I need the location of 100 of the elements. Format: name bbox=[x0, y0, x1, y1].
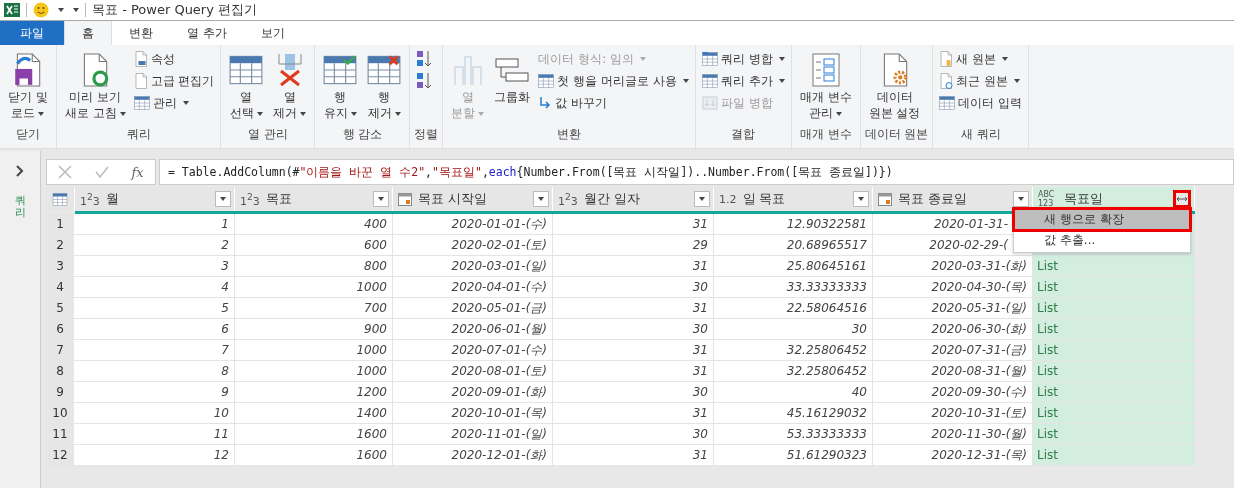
table-cell: List bbox=[1033, 403, 1195, 423]
table-cell: 2020-03-01-(일) bbox=[393, 256, 553, 276]
table-cell: 2020-02-01-(토) bbox=[393, 235, 553, 255]
group-label: 매개 변수 bbox=[798, 126, 853, 143]
table-cell: 2 bbox=[75, 235, 235, 255]
table-cell: 31 bbox=[553, 340, 714, 360]
table-cell: 6 bbox=[75, 319, 235, 339]
table-cell: 8 bbox=[75, 361, 235, 381]
columns-icon bbox=[229, 55, 264, 85]
formula-field[interactable]: = Table.AddColumn(#"이름을 바꾼 열 수2","목표일",each{Number.From([목표 시작일])..Number.From([목표 종료일])}) bbox=[159, 159, 1234, 185]
remove-rows-icon bbox=[367, 55, 402, 85]
ribbon-tab[interactable]: 변환 bbox=[112, 21, 170, 45]
ribbon-button[interactable]: 열 제거 bbox=[269, 49, 311, 126]
table-cell: 400 bbox=[235, 214, 393, 234]
table-cell: 1600 bbox=[235, 445, 393, 465]
column-header[interactable]: 목표 bbox=[265, 190, 367, 208]
table-cell: 31 bbox=[553, 361, 714, 381]
table-cell: 4 bbox=[75, 277, 235, 297]
menu-item[interactable]: 값 추출... bbox=[1014, 230, 1190, 251]
table-cell: 1000 bbox=[235, 361, 393, 381]
smiley-icon[interactable] bbox=[33, 2, 49, 18]
table-cell: 29 bbox=[553, 235, 714, 255]
ribbon-button[interactable]: 그룹화 bbox=[490, 49, 535, 126]
ribbon-button[interactable]: 닫기 및 로드 bbox=[4, 49, 52, 126]
column-header[interactable]: 목표 시작일 bbox=[418, 190, 527, 208]
calendar-icon bbox=[878, 192, 892, 206]
table-cell: 1400 bbox=[235, 403, 393, 423]
type-label: ABC 123 bbox=[1038, 190, 1056, 208]
menu-item[interactable]: 새 행으로 확장 bbox=[1014, 209, 1190, 230]
table-cell: 30 bbox=[553, 319, 714, 339]
ribbon-button[interactable]: 쿼리 병합 bbox=[699, 49, 787, 69]
column-header[interactable]: 목표일 bbox=[1064, 190, 1167, 208]
table-cell: 2020-08-31-(월) bbox=[873, 361, 1033, 381]
ribbon-button[interactable]: 데이터 원본 설정 bbox=[864, 49, 925, 126]
table-cell: 20.68965517 bbox=[714, 235, 873, 255]
file-tab[interactable]: 파일 bbox=[0, 21, 64, 45]
table-cell: 51.61290323 bbox=[714, 445, 873, 465]
column-header[interactable]: 월간 일자 bbox=[583, 190, 688, 208]
ribbon-button[interactable]: 속성 bbox=[131, 49, 217, 69]
table-cell: List bbox=[1033, 277, 1195, 297]
table-cell: 9 bbox=[75, 382, 235, 402]
save-document-icon bbox=[12, 53, 43, 87]
ribbon-button[interactable]: 미리 보기 새로 고침 bbox=[60, 49, 130, 126]
ribbon-button[interactable]: 열 선택 bbox=[225, 49, 268, 126]
group-label: 닫기 bbox=[14, 126, 41, 143]
function-label[interactable]: fx bbox=[131, 164, 144, 180]
table-cell: List bbox=[1033, 424, 1195, 444]
ribbon-button[interactable]: 최근 원본 bbox=[937, 71, 1025, 91]
queries-label: 쿼리 bbox=[14, 195, 26, 220]
filter-dropdown[interactable] bbox=[533, 191, 549, 207]
expand-button[interactable] bbox=[1173, 190, 1191, 208]
recent-source-icon bbox=[939, 73, 954, 89]
ribbon-button[interactable]: 행 제거 bbox=[363, 49, 406, 126]
table-cell: 2020-06-01-(월) bbox=[393, 319, 553, 339]
table-cell: 2020-04-01-(수) bbox=[393, 277, 553, 297]
table-cell: 700 bbox=[235, 298, 393, 318]
ribbon-button[interactable]: 고급 편집기 bbox=[131, 71, 217, 91]
table-cell: 30 bbox=[714, 319, 873, 339]
filter-dropdown[interactable] bbox=[1013, 191, 1029, 207]
table-cell: 2020-12-31-(목) bbox=[873, 445, 1033, 465]
ribbon-button[interactable]: 관리 bbox=[131, 93, 217, 113]
column-header[interactable]: 월 bbox=[105, 190, 209, 208]
table-cell: 1000 bbox=[235, 277, 393, 297]
table-cell: 600 bbox=[235, 235, 393, 255]
column-header[interactable]: 목표 종료일 bbox=[898, 190, 1007, 208]
table-cell: 2020-10-01-(목) bbox=[393, 403, 553, 423]
column-header[interactable]: 일 목표 bbox=[742, 190, 847, 208]
table-cell: 22.58064516 bbox=[714, 298, 873, 318]
table-cell: 1 bbox=[75, 214, 235, 234]
sort-ascending-icon bbox=[416, 50, 433, 68]
ribbon-tab[interactable]: 홈 bbox=[64, 21, 112, 45]
properties-icon bbox=[133, 51, 148, 67]
caret-icon[interactable] bbox=[58, 8, 64, 12]
table-cell: List bbox=[1033, 382, 1195, 402]
group-label: 데이터 원본 bbox=[864, 126, 929, 143]
filter-dropdown[interactable] bbox=[373, 191, 389, 207]
filter-dropdown[interactable] bbox=[853, 191, 869, 207]
group-label: 행 감소 bbox=[341, 126, 384, 143]
ribbon-button[interactable]: 행 유지 bbox=[319, 49, 362, 126]
group-label: 열 관리 bbox=[247, 126, 289, 143]
table-cell: 1200 bbox=[235, 382, 393, 402]
table-cell: 33.33333333 bbox=[714, 277, 873, 297]
ribbon-button[interactable]: 새 원본 bbox=[937, 49, 1025, 69]
ribbon-tab[interactable]: 열 추가 bbox=[170, 21, 244, 45]
calendar-icon bbox=[398, 192, 412, 206]
filter-dropdown[interactable] bbox=[694, 191, 710, 207]
table-cell: 32.25806452 bbox=[714, 361, 873, 381]
table-cell: 31 bbox=[553, 403, 714, 423]
expand-chevron-icon[interactable] bbox=[16, 165, 24, 177]
table-cell: List bbox=[1033, 298, 1195, 318]
ribbon-button[interactable]: 데이터 입력 bbox=[937, 93, 1025, 113]
ribbon-button[interactable]: 첫 행을 머리글로 사용 bbox=[536, 71, 691, 91]
filter-dropdown[interactable] bbox=[215, 191, 231, 207]
ribbon-button[interactable]: 값 바꾸기 bbox=[536, 93, 691, 113]
ribbon-button[interactable]: 매개 변수 관리 bbox=[795, 49, 856, 126]
ribbon-button[interactable]: 쿼리 추가 bbox=[699, 71, 787, 91]
ribbon-tab[interactable]: 보기 bbox=[243, 21, 302, 45]
table-cell: List bbox=[1033, 361, 1195, 381]
customize-caret-icon[interactable] bbox=[73, 8, 79, 12]
check-icon[interactable] bbox=[94, 166, 109, 178]
